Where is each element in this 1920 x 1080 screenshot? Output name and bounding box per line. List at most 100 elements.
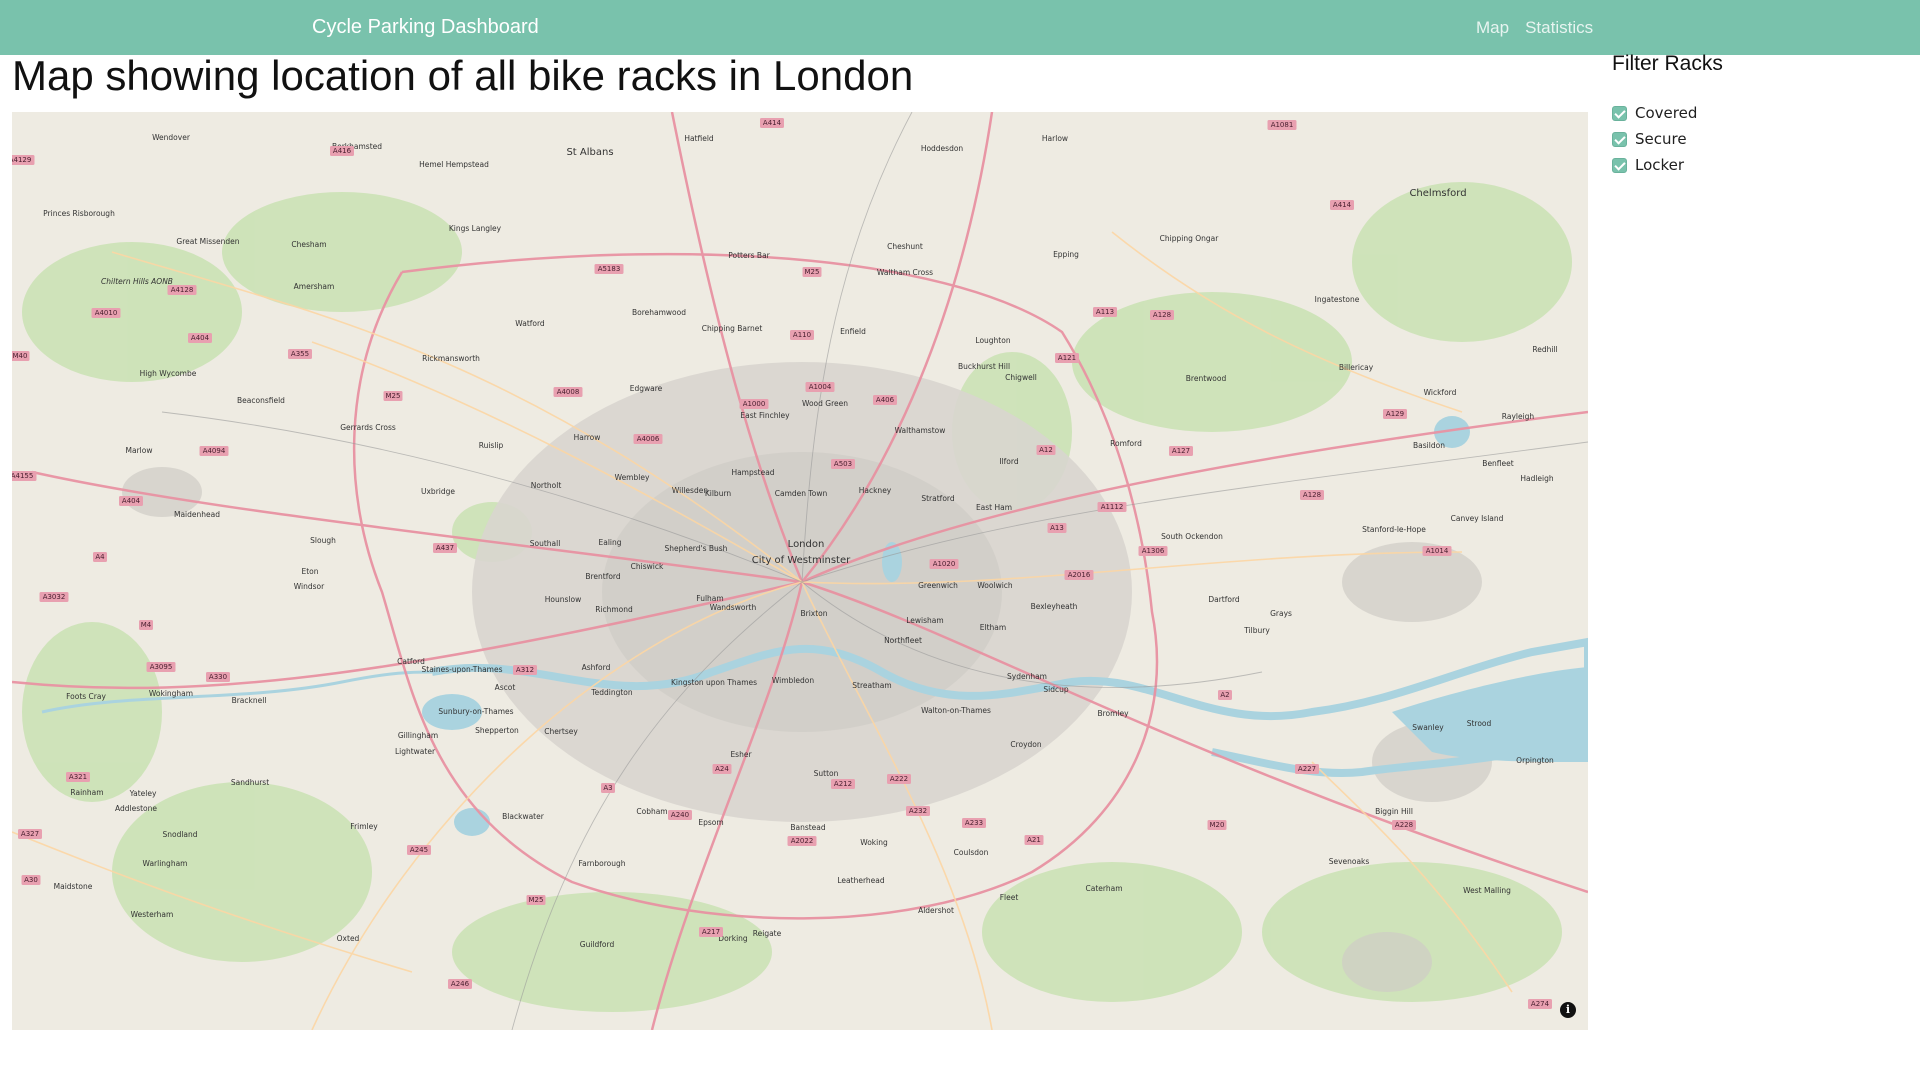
map-place-label: Chipping Barnet bbox=[702, 324, 763, 333]
map-place-label: Orpington bbox=[1516, 756, 1554, 765]
map-road-label: A1014 bbox=[1422, 546, 1452, 556]
map-place-label: Benfleet bbox=[1482, 459, 1513, 468]
map-road-label: A233 bbox=[962, 818, 986, 828]
nav-links: Map Statistics bbox=[1476, 0, 1593, 55]
map-road-label: A3 bbox=[601, 783, 615, 793]
map-road-label: A128 bbox=[1300, 490, 1324, 500]
svg-text:A222: A222 bbox=[890, 775, 908, 783]
map-attribution-info-icon[interactable]: i bbox=[1560, 1002, 1576, 1018]
map-place-label: Ruislip bbox=[479, 441, 504, 450]
map-place-label: Willesden bbox=[672, 486, 708, 495]
map-place-label: Warlingham bbox=[143, 859, 188, 868]
map-place-label: Chelmsford bbox=[1409, 188, 1466, 199]
map-road-label: A113 bbox=[1093, 307, 1117, 317]
secure-checkbox[interactable] bbox=[1612, 131, 1627, 147]
map-place-label: Edgware bbox=[630, 384, 663, 393]
map-place-label: Sandhurst bbox=[231, 778, 269, 787]
svg-text:A217: A217 bbox=[702, 928, 720, 936]
svg-text:A12: A12 bbox=[1039, 446, 1053, 454]
map-place-label: East Finchley bbox=[740, 411, 790, 420]
map-place-label: Camden Town bbox=[775, 489, 828, 498]
covered-checkbox[interactable] bbox=[1612, 105, 1627, 121]
map-road-label: A24 bbox=[712, 764, 732, 774]
map-place-label: Eltham bbox=[980, 623, 1006, 632]
map-place-label: Ingatestone bbox=[1315, 295, 1360, 304]
svg-text:A1306: A1306 bbox=[1142, 547, 1165, 555]
map-road-label: A4 bbox=[93, 552, 107, 562]
map-place-label: Foots Cray bbox=[66, 692, 106, 701]
covered-label: Covered bbox=[1635, 104, 1698, 122]
map-place-label: Harrow bbox=[574, 433, 601, 442]
map-place-label: Biggin Hill bbox=[1375, 807, 1413, 816]
map-road-label: A212 bbox=[831, 779, 855, 789]
map-place-label: Wokingham bbox=[149, 689, 193, 698]
map-place-label: Stanford-le-Hope bbox=[1362, 525, 1426, 534]
svg-text:M25: M25 bbox=[529, 896, 544, 904]
nav-link-statistics[interactable]: Statistics bbox=[1525, 18, 1593, 38]
map-road-label: A321 bbox=[66, 772, 90, 782]
svg-text:A113: A113 bbox=[1096, 308, 1114, 316]
map-place-label: Kilburn bbox=[705, 489, 732, 498]
map-place-label: Bromley bbox=[1097, 709, 1129, 718]
map-place-label: Ilford bbox=[999, 457, 1018, 466]
map-place-label: Windsor bbox=[294, 582, 325, 591]
map-road-label: A355 bbox=[288, 349, 312, 359]
map-place-label: Wandsworth bbox=[710, 603, 757, 612]
map-place-label: Brentford bbox=[585, 572, 621, 581]
svg-text:A4010: A4010 bbox=[95, 309, 118, 317]
locker-checkbox[interactable] bbox=[1612, 157, 1627, 173]
map-road-label: A1000 bbox=[739, 399, 769, 409]
map-road-label: A503 bbox=[831, 459, 855, 469]
map-place-label: Potters Bar bbox=[728, 251, 770, 260]
map-place-label: Esher bbox=[730, 750, 752, 759]
filter-option-covered[interactable]: Covered bbox=[1612, 100, 1902, 126]
brand-link[interactable]: Cycle Parking Dashboard bbox=[312, 0, 539, 55]
svg-text:M25: M25 bbox=[386, 392, 401, 400]
map-place-label: Lightwater bbox=[395, 747, 436, 756]
map-place-label: Frimley bbox=[350, 822, 378, 831]
map-road-label: A4010 bbox=[91, 308, 121, 318]
map-place-label: West Malling bbox=[1463, 886, 1511, 895]
map-place-label: South Ockendon bbox=[1161, 532, 1223, 541]
map-place-label: Hadleigh bbox=[1520, 474, 1554, 483]
nav-link-map[interactable]: Map bbox=[1476, 18, 1509, 38]
map-place-label: Tilbury bbox=[1243, 626, 1270, 635]
map-road-label: A1004 bbox=[805, 382, 835, 392]
map-place-label: Sunbury-on-Thames bbox=[438, 707, 513, 716]
map-place-label: Chiltern Hills AONB bbox=[101, 277, 173, 286]
map-place-label: Beaconsfield bbox=[237, 396, 285, 405]
map-road-label: A404 bbox=[119, 496, 143, 506]
filter-option-locker[interactable]: Locker bbox=[1612, 152, 1902, 178]
map-place-label: Billericay bbox=[1339, 363, 1374, 372]
svg-text:A1081: A1081 bbox=[1271, 121, 1294, 129]
svg-text:A110: A110 bbox=[793, 331, 811, 339]
map-place-label: Lewisham bbox=[906, 616, 943, 625]
map-road-label: A4155 bbox=[12, 471, 37, 481]
svg-text:A4008: A4008 bbox=[557, 388, 580, 396]
svg-text:A21: A21 bbox=[1027, 836, 1041, 844]
map-place-label: Woolwich bbox=[977, 581, 1013, 590]
map-place-label: Watford bbox=[515, 319, 545, 328]
svg-text:A4128: A4128 bbox=[171, 286, 194, 294]
svg-text:A1020: A1020 bbox=[933, 560, 956, 568]
map-place-label: Ashford bbox=[582, 663, 611, 672]
map-road-label: A330 bbox=[206, 672, 230, 682]
map-road-label: A4129 bbox=[12, 155, 35, 165]
map-road-label: A4006 bbox=[633, 434, 663, 444]
map-road-label: M40 bbox=[12, 351, 30, 361]
svg-text:A2: A2 bbox=[1220, 691, 1229, 699]
svg-text:A246: A246 bbox=[451, 980, 470, 988]
map-place-label: Croydon bbox=[1010, 740, 1042, 749]
map-place-label: Wood Green bbox=[802, 399, 848, 408]
svg-text:A240: A240 bbox=[671, 811, 689, 819]
svg-text:A1112: A1112 bbox=[1101, 503, 1124, 511]
map-road-label: A2 bbox=[1218, 690, 1232, 700]
map-view[interactable]: St Albans Hatfield Hoddesdon Harlow Chelmsfo… bbox=[12, 112, 1588, 1030]
filter-option-secure[interactable]: Secure bbox=[1612, 126, 1902, 152]
map-place-label: Caterham bbox=[1086, 884, 1123, 893]
map-place-label: Romford bbox=[1110, 439, 1142, 448]
map-place-label: Princes Risborough bbox=[43, 209, 115, 218]
map-place-label: Hatfield bbox=[684, 134, 714, 143]
map-canvas[interactable]: St Albans Hatfield Hoddesdon Harlow Chelmsfo… bbox=[12, 112, 1588, 1030]
map-place-label: Chigwell bbox=[1005, 373, 1037, 382]
